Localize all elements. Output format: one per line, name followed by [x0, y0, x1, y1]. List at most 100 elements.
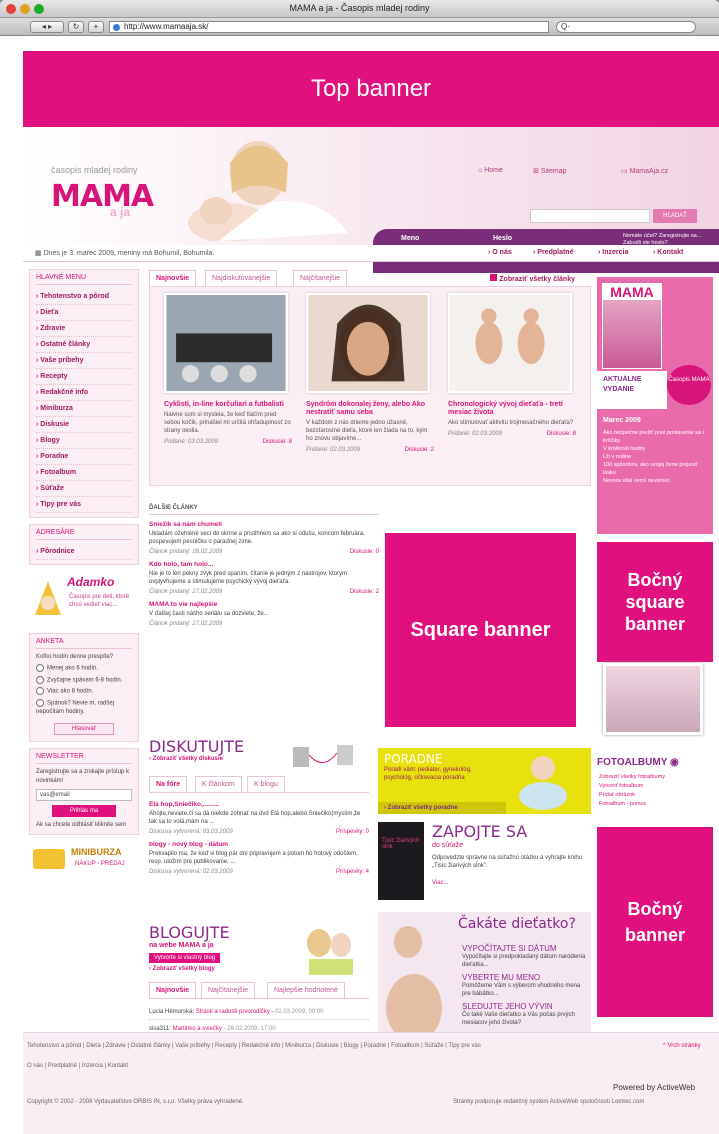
- link-predplatne[interactable]: › Predplatné: [533, 249, 573, 256]
- tab-najcitanejsie[interactable]: Najčítanejšie: [293, 270, 348, 286]
- issue-item[interactable]: Ako bezpečne prežiť prvé postavenie sa i…: [603, 429, 709, 445]
- poll-option[interactable]: Zvyčajne spávam 6-8 hodín.: [36, 675, 132, 686]
- tab-najlepsie-hodnotene[interactable]: Najlepšie hodnotené: [267, 982, 345, 998]
- photoalbum-link[interactable]: Vytvoriť fotoalbum: [599, 782, 709, 791]
- tab-najnovsie-blogy[interactable]: Najnovšie: [149, 982, 197, 998]
- poll-option[interactable]: Menej ako 6 hodín.: [36, 664, 132, 674]
- browser-search-field[interactable]: Q-: [556, 21, 696, 33]
- poll-radio[interactable]: [36, 698, 44, 707]
- poll-radio[interactable]: [36, 675, 44, 684]
- discussion-item[interactable]: blogy - nový blog - dátum Prekvapilo ma, …: [149, 841, 369, 875]
- top-banner[interactable]: Top banner: [23, 51, 719, 127]
- newsletter-unsubscribe[interactable]: Ak sa chcete odhlásiť kliknite sem: [36, 821, 132, 830]
- url-field[interactable]: http://www.mamaaja.sk/: [109, 21, 549, 33]
- tab-k-clankom[interactable]: K článkom: [195, 776, 242, 792]
- poll-radio[interactable]: [36, 664, 44, 672]
- menu-item[interactable]: Recepty: [36, 369, 132, 385]
- menu-item[interactable]: Redakčné info: [36, 385, 132, 401]
- side-square-banner[interactable]: Bočný square banner: [597, 542, 713, 662]
- create-blog-button[interactable]: Vytvorte si vlastný blog: [149, 953, 221, 963]
- menu-item[interactable]: Vaše príbehy: [36, 353, 132, 369]
- contest-more-link[interactable]: Viac...: [432, 880, 449, 886]
- tab-na-fore[interactable]: Na fóre: [149, 776, 188, 792]
- expecting-heading[interactable]: SLEDUJTE JEHO VÝVIN: [462, 1002, 586, 1011]
- menu-item[interactable]: Poradne: [36, 449, 132, 465]
- issue-item[interactable]: 100 spôsobov, ako svojej žene prejaviť l…: [603, 461, 709, 477]
- expecting-heading[interactable]: VYBERTE MU MENO: [462, 973, 586, 982]
- photoalbum-link[interactable]: Zobraziť všetky fotoalbumy: [599, 773, 709, 782]
- nav-sitemap[interactable]: ⊞ Sitemap: [533, 167, 567, 175]
- magazine-cover[interactable]: MAMA: [602, 283, 662, 369]
- newsletter-email-input[interactable]: vas@email: [36, 789, 132, 802]
- newsletter-submit-button[interactable]: Prihlás ma: [52, 805, 116, 818]
- issue-item[interactable]: V krátkosti hudby: [603, 445, 709, 453]
- show-all-advice-link[interactable]: › Zobraziť všetky poradne: [378, 802, 506, 814]
- adamko-promo[interactable]: Adamko Časopis pre deti, ktoré chcú vedi…: [29, 571, 139, 627]
- side-banner[interactable]: Bočný banner: [597, 827, 713, 1017]
- site-logo[interactable]: MAMA: [51, 179, 154, 214]
- blog-title[interactable]: Strasti a radosti prvorodičky -: [196, 1009, 274, 1015]
- back-forward-buttons[interactable]: ◂ ▸: [30, 21, 64, 33]
- activeweb-logo[interactable]: Powered by ActiveWeb: [613, 1083, 695, 1092]
- article-title[interactable]: Syndróm dokonalej ženy, alebo Ako nestra…: [306, 401, 434, 417]
- poll-option[interactable]: Spánok? Nevie m, radšej nepočítam hodiny…: [36, 698, 132, 718]
- site-search-input[interactable]: [530, 209, 650, 223]
- discussion-title[interactable]: Elá hop,Sniečiko,.........: [149, 801, 369, 808]
- discussion-link[interactable]: Diskusie: 8: [547, 431, 576, 437]
- menu-item-porodnice[interactable]: Pôrodnice: [36, 544, 132, 560]
- contest-panel[interactable]: Tisíc žiarivých sĺnk ZAPOJTE SA do súťaž…: [378, 822, 591, 902]
- menu-item[interactable]: Ostatné články: [36, 337, 132, 353]
- article-title[interactable]: Kdo holo, tam holo...: [149, 561, 379, 568]
- featured-article[interactable]: Chronologický vývoj dieťaťa - tretí mesi…: [448, 293, 576, 437]
- footer-links-2[interactable]: O nás | Predplatné | Inzercia | Kontakt: [27, 1063, 128, 1069]
- back-to-top-link[interactable]: ^ Vrch stránky: [663, 1043, 701, 1049]
- menu-item[interactable]: Fotoalbum: [36, 465, 132, 481]
- tab-k-blogu[interactable]: K blogu: [247, 776, 285, 792]
- article-item[interactable]: Sniežik sa nám chumelí Ukladám ožehlené v…: [149, 521, 379, 555]
- tab-najcitanejsie-blogy[interactable]: Najčítanejšie: [201, 982, 256, 998]
- menu-item[interactable]: Dieťa: [36, 305, 132, 321]
- photoalbum-link[interactable]: Pridať obrázok: [599, 791, 709, 800]
- article-title[interactable]: Cyklisti, in-line korčuliari a futbalist…: [164, 401, 292, 409]
- menu-item[interactable]: Súťaže: [36, 481, 132, 497]
- reload-button[interactable]: ↻: [68, 21, 84, 33]
- footer-links[interactable]: Tehotenstvo a pôrod | Dieťa | Zdravie | …: [27, 1043, 627, 1049]
- issue-item[interactable]: Lži v rodine: [603, 453, 709, 461]
- blog-item[interactable]: Lucia Hémorská: Strasti a radosti prvoro…: [149, 1005, 369, 1020]
- menu-item[interactable]: Zdravie: [36, 321, 132, 337]
- featured-article[interactable]: Cyklisti, in-line korčuliari a futbalist…: [164, 293, 292, 445]
- menu-item[interactable]: Blogy: [36, 433, 132, 449]
- vote-button[interactable]: Hlasovať: [54, 723, 114, 736]
- photoalbum-image[interactable]: [603, 663, 703, 735]
- square-banner[interactable]: Square banner: [385, 533, 576, 727]
- menu-item[interactable]: Tipy pre vás: [36, 497, 132, 513]
- link-o-nas[interactable]: › O nás: [488, 249, 512, 256]
- article-item[interactable]: Kdo holo, tam holo... Nie je to len pekný…: [149, 561, 379, 595]
- menu-item[interactable]: Tehotenstvo a pôrod: [36, 289, 132, 305]
- article-title[interactable]: MAMA to vie najlepšie: [149, 601, 379, 608]
- tab-najnovsie[interactable]: Najnovšie: [149, 270, 197, 286]
- expecting-heading[interactable]: VYPOČÍTAJTE SI DÁTUM: [462, 944, 586, 953]
- miniburza-promo[interactable]: MINIBURZA NÁKUP - PREDAJ: [29, 841, 139, 878]
- magazine-box[interactable]: MAMA AKTUÁLNE VYDANIE Časopis MAMA Marec…: [597, 277, 713, 534]
- advice-panel[interactable]: PORADNE Poradí vám: pediater, gynekológ,…: [378, 748, 591, 814]
- issue-item[interactable]: Nevera stlaí verní nevernici: [603, 477, 709, 485]
- show-all-articles-link[interactable]: Zobraziť všetky články: [490, 274, 575, 283]
- nav-home[interactable]: ⌂ Home: [478, 167, 503, 174]
- nav-mamaaja-cz[interactable]: ▭ MamaAja.cz: [621, 167, 668, 175]
- link-inzercia[interactable]: › Inzercia: [598, 249, 628, 256]
- menu-item[interactable]: Diskusie: [36, 417, 132, 433]
- link-kontakt[interactable]: › Kontakt: [653, 249, 683, 256]
- poll-radio[interactable]: [36, 687, 44, 696]
- featured-article[interactable]: Syndróm dokonalej ženy, alebo Ako nestra…: [306, 293, 434, 453]
- discussion-link[interactable]: Diskusie: 8: [263, 439, 292, 445]
- site-search-button[interactable]: HĽADAŤ: [653, 209, 697, 223]
- tab-najdiskutovanejsie[interactable]: Najdiskutovanejšie: [205, 270, 278, 286]
- menu-item[interactable]: Miniburza: [36, 401, 132, 417]
- article-title[interactable]: Sniežik sa nám chumelí: [149, 521, 379, 528]
- discussion-link[interactable]: Diskusie: 2: [350, 589, 379, 595]
- poll-option[interactable]: Viac ako 8 hodín.: [36, 687, 132, 697]
- discussion-link[interactable]: Diskusie: 2: [405, 447, 434, 453]
- article-title[interactable]: Chronologický vývoj dieťaťa - tretí mesi…: [448, 401, 576, 417]
- discussion-title[interactable]: blogy - nový blog - dátum: [149, 841, 369, 848]
